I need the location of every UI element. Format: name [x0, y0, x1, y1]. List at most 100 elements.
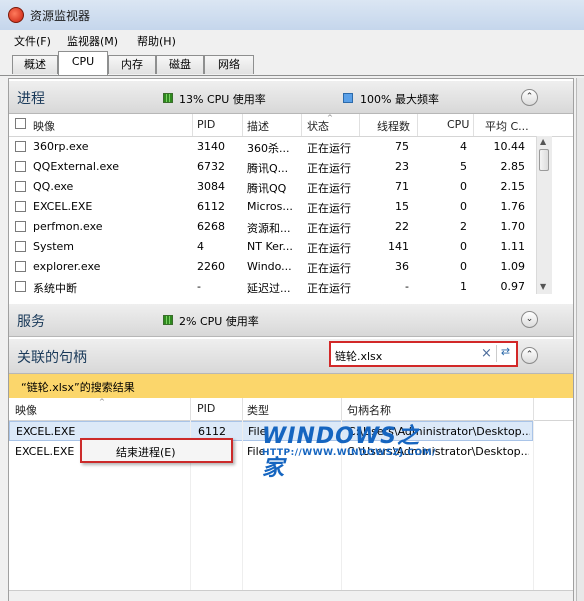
process-description: Micros...: [247, 200, 293, 213]
services-cpu-label: 2% CPU 使用率: [179, 315, 259, 328]
process-threads: 15: [395, 200, 409, 213]
process-image: System: [33, 240, 75, 253]
right-graph-pane: [576, 78, 584, 601]
handles-col-name[interactable]: 句柄名称: [347, 402, 391, 418]
process-checkbox[interactable]: [15, 161, 26, 172]
process-threads: 23: [395, 160, 409, 173]
col-image[interactable]: 映像: [33, 118, 55, 134]
process-cpu: 2: [460, 220, 467, 233]
process-cpu: 1: [460, 280, 467, 293]
process-checkbox[interactable]: [15, 181, 26, 192]
process-row[interactable]: 系统中断 - 延迟过... 正在运行 - 1 0.97: [9, 277, 537, 297]
handles-col-pid[interactable]: PID: [197, 402, 215, 415]
handle-pid: 6112: [198, 425, 226, 438]
process-avg-cpu: 0.97: [500, 280, 526, 293]
process-pid: 2260: [197, 260, 225, 273]
select-all-checkbox[interactable]: [15, 118, 26, 129]
process-threads: 141: [388, 240, 409, 253]
scroll-thumb[interactable]: [539, 149, 549, 171]
handle-image: EXCEL.EXE: [16, 425, 76, 438]
end-process-menu-item[interactable]: 结束进程(E): [116, 444, 176, 460]
context-menu: 结束进程(E): [80, 438, 233, 463]
handles-footer: [9, 590, 573, 601]
process-threads: 22: [395, 220, 409, 233]
refresh-search-icon[interactable]: ⇄: [496, 345, 514, 362]
col-pid[interactable]: PID: [197, 118, 215, 131]
process-description: 360杀...: [247, 142, 290, 155]
tab-cpu[interactable]: CPU: [58, 51, 108, 75]
process-cpu: 0: [460, 260, 467, 273]
search-result-bar: “链轮.xlsx”的搜索结果: [9, 374, 573, 399]
col-avg-cpu[interactable]: 平均 C...: [485, 118, 529, 134]
process-status: 正在运行: [307, 242, 351, 255]
process-row[interactable]: explorer.exe 2260 Windo... 正在运行 36 0 1.09: [9, 257, 537, 277]
window-title: 资源监视器: [30, 9, 91, 23]
cpu-usage-legend-icon: [163, 93, 173, 103]
cpu-usage-label: 13% CPU 使用率: [179, 93, 266, 106]
menu-monitor[interactable]: 监视器(M): [67, 33, 118, 49]
process-avg-cpu: 10.44: [493, 140, 526, 153]
tab-bar: 概述 CPU 内存 磁盘 网络: [0, 50, 584, 76]
process-description: 资源和...: [247, 222, 291, 235]
handle-image: EXCEL.EXE: [15, 445, 75, 458]
process-pid: 3140: [197, 140, 225, 153]
process-description: 腾讯QQ: [247, 182, 287, 195]
process-threads: 71: [395, 180, 409, 193]
process-avg-cpu: 2.85: [500, 160, 526, 173]
clear-search-icon[interactable]: ×: [481, 346, 492, 361]
col-status[interactable]: 状态: [307, 118, 329, 134]
tab-network[interactable]: 网络: [204, 55, 254, 74]
handles-collapse-icon[interactable]: ⌃: [521, 347, 538, 364]
process-checkbox[interactable]: [15, 241, 26, 252]
handles-col-type[interactable]: 类型: [247, 402, 269, 418]
search-result-text: “链轮.xlsx”的搜索结果: [21, 381, 135, 394]
processes-header[interactable]: 进程 13% CPU 使用率 100% 最大频率 ⌃: [9, 81, 573, 114]
process-description: 腾讯Q...: [247, 162, 289, 175]
processes-scrollbar[interactable]: ▲ ▼: [536, 136, 552, 294]
process-checkbox[interactable]: [15, 281, 26, 292]
process-checkbox[interactable]: [15, 261, 26, 272]
process-row[interactable]: EXCEL.EXE 6112 Micros... 正在运行 15 0 1.76: [9, 197, 537, 217]
resource-monitor-icon: [8, 7, 24, 23]
services-title: 服务: [17, 314, 45, 330]
process-row[interactable]: System 4 NT Ker... 正在运行 141 0 1.11: [9, 237, 537, 257]
scroll-up-arrow-icon[interactable]: ▲: [540, 137, 546, 146]
process-description: NT Ker...: [247, 240, 293, 253]
menu-help[interactable]: 帮助(H): [137, 33, 176, 49]
watermark-logo: WINDOWS之家 HTTP://WWW.WINDOWSZJ.COM/: [262, 418, 442, 481]
process-cpu: 0: [460, 180, 467, 193]
process-image: 系统中断: [33, 282, 77, 295]
main-content: 进程 13% CPU 使用率 100% 最大频率 ⌃ 映像 PID 描述 状态 …: [8, 78, 574, 601]
menu-bar: 文件(F) 监视器(M) 帮助(H): [0, 30, 584, 50]
handle-search-box: 链轮.xlsx × ⇄: [329, 341, 518, 367]
process-checkbox[interactable]: [15, 141, 26, 152]
process-row[interactable]: QQ.exe 3084 腾讯QQ 正在运行 71 0 2.15: [9, 177, 537, 197]
process-image: explorer.exe: [33, 260, 101, 273]
handles-header[interactable]: 关联的句柄 链轮.xlsx × ⇄ ⌃: [9, 339, 573, 374]
process-status: 正在运行: [307, 162, 351, 175]
process-avg-cpu: 2.15: [500, 180, 526, 193]
process-pid: 6112: [197, 200, 225, 213]
col-threads[interactable]: 线程数: [377, 118, 410, 134]
services-expand-icon[interactable]: ⌄: [521, 311, 538, 328]
tab-overview[interactable]: 概述: [12, 55, 58, 74]
processes-title: 进程: [17, 91, 45, 107]
tab-memory[interactable]: 内存: [108, 55, 156, 74]
process-row[interactable]: 360rp.exe 3140 360杀... 正在运行 75 4 10.44: [9, 137, 537, 157]
process-pid: 4: [197, 240, 204, 253]
process-row[interactable]: perfmon.exe 6268 资源和... 正在运行 22 2 1.70: [9, 217, 537, 237]
handle-search-input[interactable]: 链轮.xlsx: [335, 348, 382, 364]
process-image: QQExternal.exe: [33, 160, 119, 173]
process-row[interactable]: QQExternal.exe 6732 腾讯Q... 正在运行 23 5 2.85: [9, 157, 537, 177]
tab-disk[interactable]: 磁盘: [156, 55, 204, 74]
process-checkbox[interactable]: [15, 201, 26, 212]
services-header[interactable]: 服务 2% CPU 使用率 ⌄: [9, 304, 573, 337]
col-description[interactable]: 描述: [247, 118, 269, 134]
col-cpu[interactable]: CPU: [447, 118, 469, 131]
scroll-down-arrow-icon[interactable]: ▼: [540, 282, 546, 291]
process-checkbox[interactable]: [15, 221, 26, 232]
processes-collapse-icon[interactable]: ⌃: [521, 89, 538, 106]
handles-col-image[interactable]: 映像: [15, 402, 37, 418]
menu-file[interactable]: 文件(F): [14, 33, 51, 49]
process-pid: -: [197, 280, 201, 293]
